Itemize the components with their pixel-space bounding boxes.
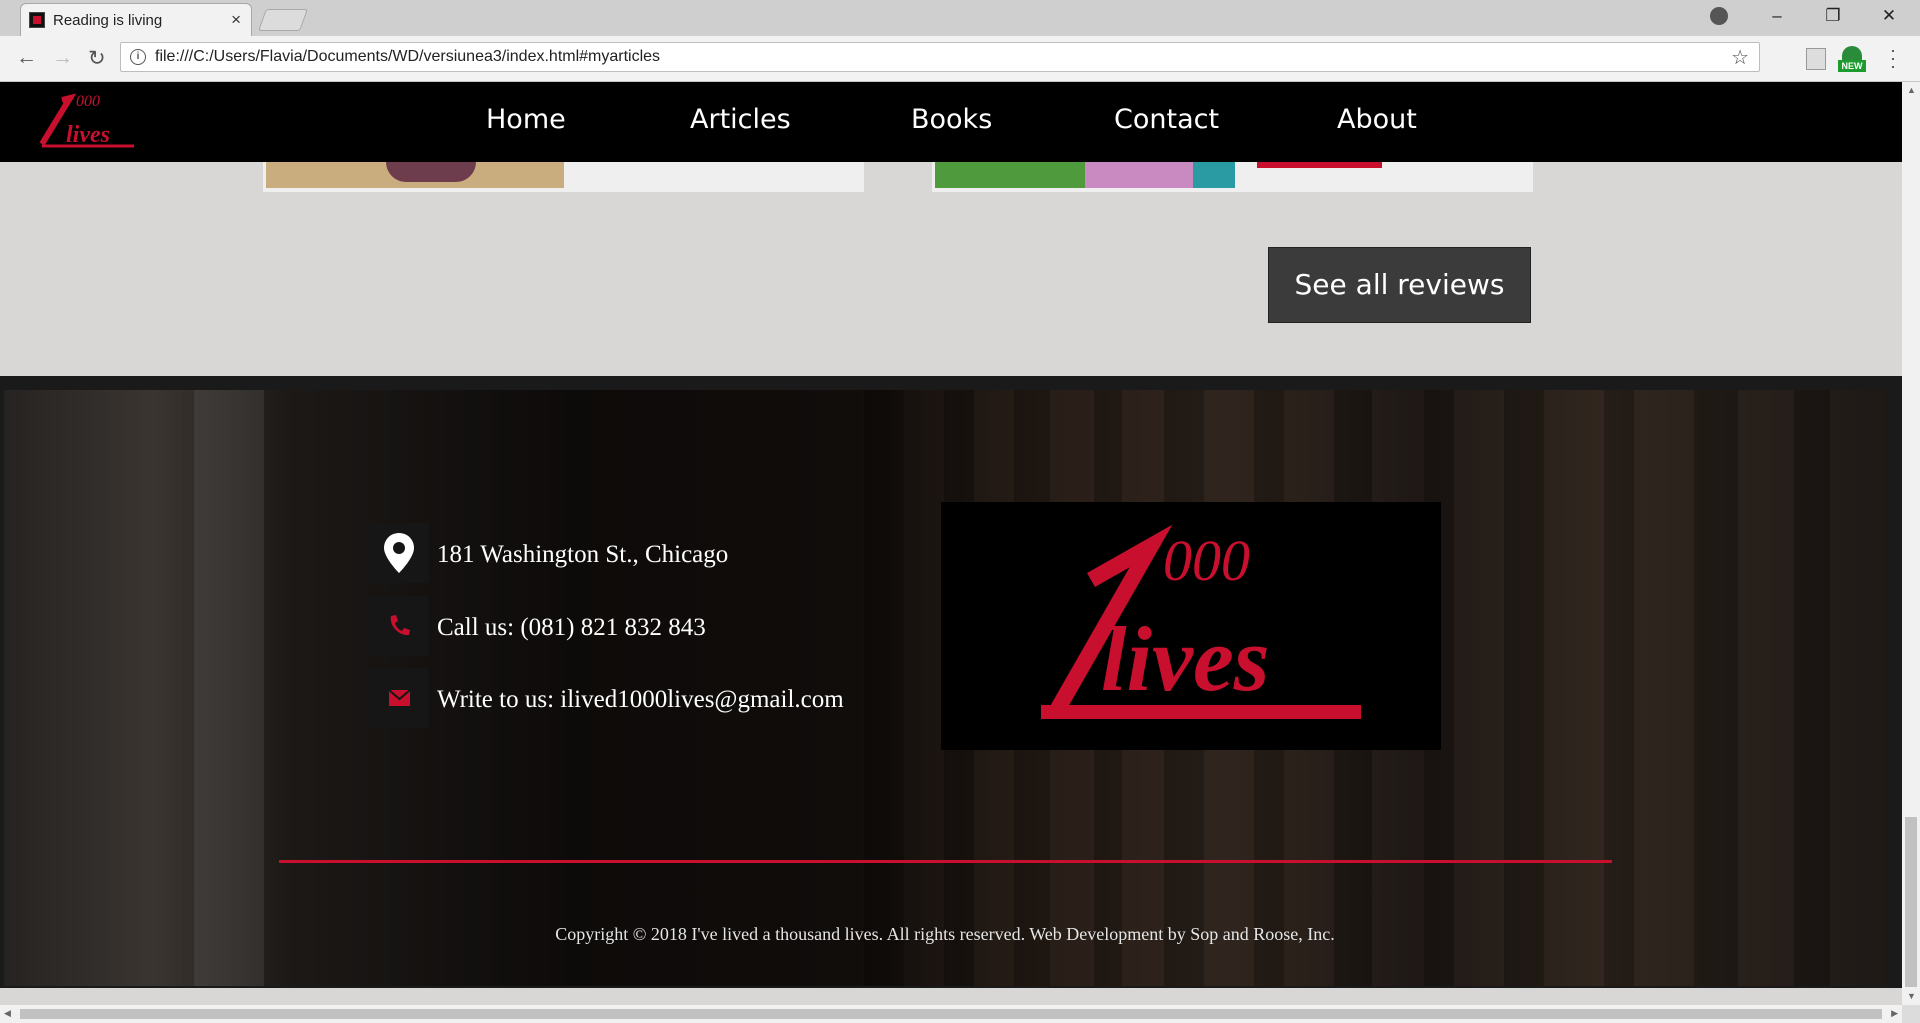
scroll-right-icon[interactable]: ▶ xyxy=(1891,1008,1898,1019)
nav-contact[interactable]: Contact xyxy=(1114,104,1219,135)
back-icon[interactable]: ← xyxy=(16,46,37,70)
footer-logo-text-bottom: lives xyxy=(1101,608,1270,710)
logo-text-bottom: lives xyxy=(66,122,110,148)
email-text[interactable]: Write to us: ilived1000lives@gmail.com xyxy=(437,686,844,714)
see-all-reviews-button[interactable]: See all reviews xyxy=(1268,247,1531,323)
nav-articles[interactable]: Articles xyxy=(690,104,791,135)
footer-logo-text-top: 000 xyxy=(1163,528,1250,593)
restore-button[interactable]: ❐ xyxy=(1818,6,1848,30)
url-text[interactable]: file:///C:/Users/Flavia/Documents/WD/ver… xyxy=(155,48,660,66)
address-bar[interactable]: i file:///C:/Users/Flavia/Documents/WD/v… xyxy=(120,42,1760,72)
nav-about[interactable]: About xyxy=(1337,104,1417,135)
forward-icon[interactable]: → xyxy=(52,46,73,70)
close-window-button[interactable]: ✕ xyxy=(1874,6,1904,30)
address-text: 181 Washington St., Chicago xyxy=(437,541,729,568)
browser-tabbar: Reading is living × – ❐ ✕ xyxy=(0,0,1920,36)
tab-title: Reading is living xyxy=(53,12,163,29)
site-logo[interactable]: 000 lives xyxy=(36,86,140,156)
footer-divider xyxy=(279,860,1612,863)
scroll-down-icon[interactable]: ▼ xyxy=(1907,991,1916,1001)
phone-text[interactable]: Call us: (081) 821 832 843 xyxy=(437,614,706,642)
extension-new-icon[interactable]: NEW xyxy=(1838,46,1866,74)
browser-toolbar: ← → ↻ i file:///C:/Users/Flavia/Document… xyxy=(0,36,1920,82)
phone-icon xyxy=(369,596,429,656)
tab-close-icon[interactable]: × xyxy=(231,10,241,30)
horizontal-scrollbar[interactable]: ◀ ▶ xyxy=(0,1005,1902,1023)
nav-home[interactable]: Home xyxy=(486,104,566,135)
copyright-text: Copyright © 2018 I've lived a thousand l… xyxy=(555,924,1335,944)
info-icon[interactable]: i xyxy=(130,49,146,65)
article-card-image xyxy=(266,162,564,188)
scroll-up-icon[interactable]: ▲ xyxy=(1907,85,1916,95)
vertical-scroll-thumb[interactable] xyxy=(1905,817,1917,987)
envelope-icon xyxy=(369,668,429,728)
scroll-left-icon[interactable]: ◀ xyxy=(4,1008,11,1019)
article-card-image xyxy=(935,162,1235,188)
card-accent-bar xyxy=(1257,162,1382,168)
map-pin-icon xyxy=(369,523,429,583)
extension-icon[interactable] xyxy=(1806,48,1826,70)
horizontal-scroll-thumb[interactable] xyxy=(20,1009,1882,1019)
new-tab-button[interactable] xyxy=(257,9,309,31)
scrollbar-corner xyxy=(1902,1005,1920,1023)
minimize-button[interactable]: – xyxy=(1762,6,1792,30)
browser-menu-icon[interactable]: · · · xyxy=(1890,41,1896,75)
new-badge: NEW xyxy=(1838,60,1866,72)
footer-logo: 000 lives xyxy=(941,502,1441,750)
profile-icon[interactable] xyxy=(1710,7,1728,25)
logo-text-top: 000 xyxy=(76,93,100,110)
vertical-scrollbar[interactable]: ▲ ▼ xyxy=(1902,82,1920,1005)
bookmark-star-icon[interactable]: ☆ xyxy=(1731,45,1749,70)
nav-books[interactable]: Books xyxy=(911,104,992,135)
reload-icon[interactable]: ↻ xyxy=(88,46,106,71)
footer: 181 Washington St., Chicago Call us: (08… xyxy=(0,376,1902,988)
site-navbar: 000 lives Home Articles Books Contact Ab… xyxy=(0,82,1902,162)
favicon-icon xyxy=(29,12,45,28)
browser-tab[interactable]: Reading is living × xyxy=(20,3,252,36)
